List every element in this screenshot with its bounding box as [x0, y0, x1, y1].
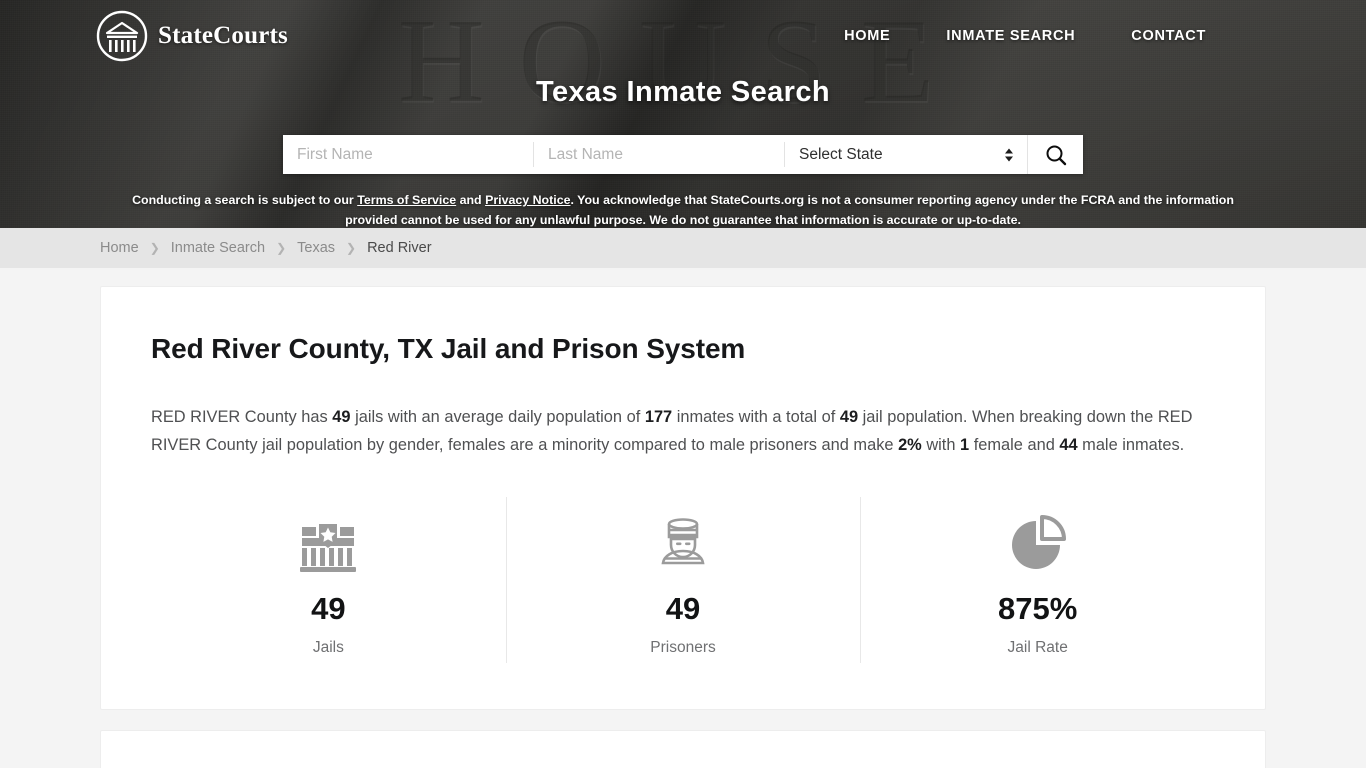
- summary-male-count: 44: [1059, 436, 1078, 455]
- nav-item-home[interactable]: HOME: [844, 28, 890, 44]
- chevron-right-icon: ❯: [149, 241, 160, 255]
- search-disclaimer: Conducting a search is subject to our Te…: [128, 190, 1238, 228]
- first-name-input[interactable]: [283, 135, 533, 174]
- jail-building-icon: [300, 524, 357, 573]
- state-select[interactable]: Select State: [785, 135, 1027, 174]
- courthouse-circle-icon: [96, 10, 148, 62]
- county-summary-paragraph: RED RIVER County has 49 jails with an av…: [151, 403, 1215, 459]
- pie-chart-icon: [1011, 515, 1066, 570]
- statistics-row: 49 Jails 49 Prisoners 875% Jail Rate: [151, 495, 1215, 665]
- stat-jail-rate: 875% Jail Rate: [860, 495, 1215, 665]
- disclaimer-text-1: Conducting a search is subject to our: [132, 193, 358, 207]
- privacy-notice-link[interactable]: Privacy Notice: [485, 193, 570, 207]
- stat-prisoners-label: Prisoners: [650, 639, 716, 657]
- secondary-card: [100, 730, 1266, 768]
- chevron-right-icon: ❯: [346, 241, 357, 255]
- prisoner-icon: [661, 518, 705, 565]
- stat-prisoners-value: 49: [665, 591, 701, 627]
- disclaimer-text-2: and: [456, 193, 486, 207]
- nav-item-contact[interactable]: CONTACT: [1131, 28, 1206, 44]
- summary-total-population: 49: [839, 408, 859, 426]
- main-navigation: HOME INMATE SEARCH CONTACT: [844, 28, 1206, 44]
- breadcrumb-item-inmate-search[interactable]: Inmate Search: [171, 240, 265, 256]
- search-button[interactable]: [1027, 135, 1083, 174]
- breadcrumb-item-home[interactable]: Home: [100, 240, 139, 256]
- top-bar: StateCourts HOME INMATE SEARCH CONTACT: [0, 0, 1366, 72]
- nav-item-inmate-search[interactable]: INMATE SEARCH: [946, 28, 1075, 44]
- county-heading: Red River County, TX Jail and Prison Sys…: [151, 333, 746, 364]
- inmate-search-form: Select State: [283, 135, 1083, 174]
- stat-jails: 49 Jails: [151, 495, 506, 665]
- magnifier-icon: [1046, 145, 1066, 165]
- hero-header: HOUSE StateCourts HOME INMATE SEARCH CON…: [0, 0, 1366, 228]
- breadcrumb-bar: Home ❯ Inmate Search ❯ Texas ❯ Red River: [0, 228, 1366, 268]
- summary-text-5: with: [921, 436, 961, 455]
- summary-jails-count: 49: [332, 408, 351, 426]
- stat-jail-rate-label: Jail Rate: [1007, 639, 1068, 657]
- summary-text-1: RED RIVER County has: [151, 408, 333, 426]
- stat-jails-value: 49: [311, 591, 346, 627]
- summary-text-6: female and: [969, 436, 1060, 455]
- stat-jails-label: Jails: [312, 639, 344, 657]
- county-overview-card: Red River County, TX Jail and Prison Sys…: [100, 286, 1266, 711]
- brand-name: StateCourts: [158, 22, 288, 49]
- summary-text-2: jails with an average daily population o…: [350, 408, 645, 426]
- chevron-right-icon: ❯: [276, 241, 287, 255]
- page-content: Red River County, TX Jail and Prison Sys…: [0, 268, 1366, 768]
- brand-logo[interactable]: StateCourts: [96, 10, 288, 62]
- terms-of-service-link[interactable]: Terms of Service: [357, 193, 456, 207]
- summary-female-percent: 2%: [898, 436, 922, 455]
- stat-jail-rate-value: 875%: [998, 591, 1078, 627]
- summary-text-3: inmates with a total of: [672, 408, 840, 426]
- last-name-input[interactable]: [534, 135, 784, 174]
- breadcrumb-item-red-river: Red River: [367, 240, 432, 256]
- summary-female-count: 1: [960, 436, 970, 455]
- breadcrumb: Home ❯ Inmate Search ❯ Texas ❯ Red River: [100, 240, 432, 256]
- card-spacer: [100, 710, 1266, 730]
- page-title: Texas Inmate Search: [536, 76, 830, 108]
- stat-prisoners: 49 Prisoners: [505, 495, 861, 665]
- summary-daily-population: 177: [644, 408, 673, 426]
- breadcrumb-item-texas[interactable]: Texas: [297, 240, 335, 256]
- summary-text-7: male inmates.: [1077, 436, 1185, 455]
